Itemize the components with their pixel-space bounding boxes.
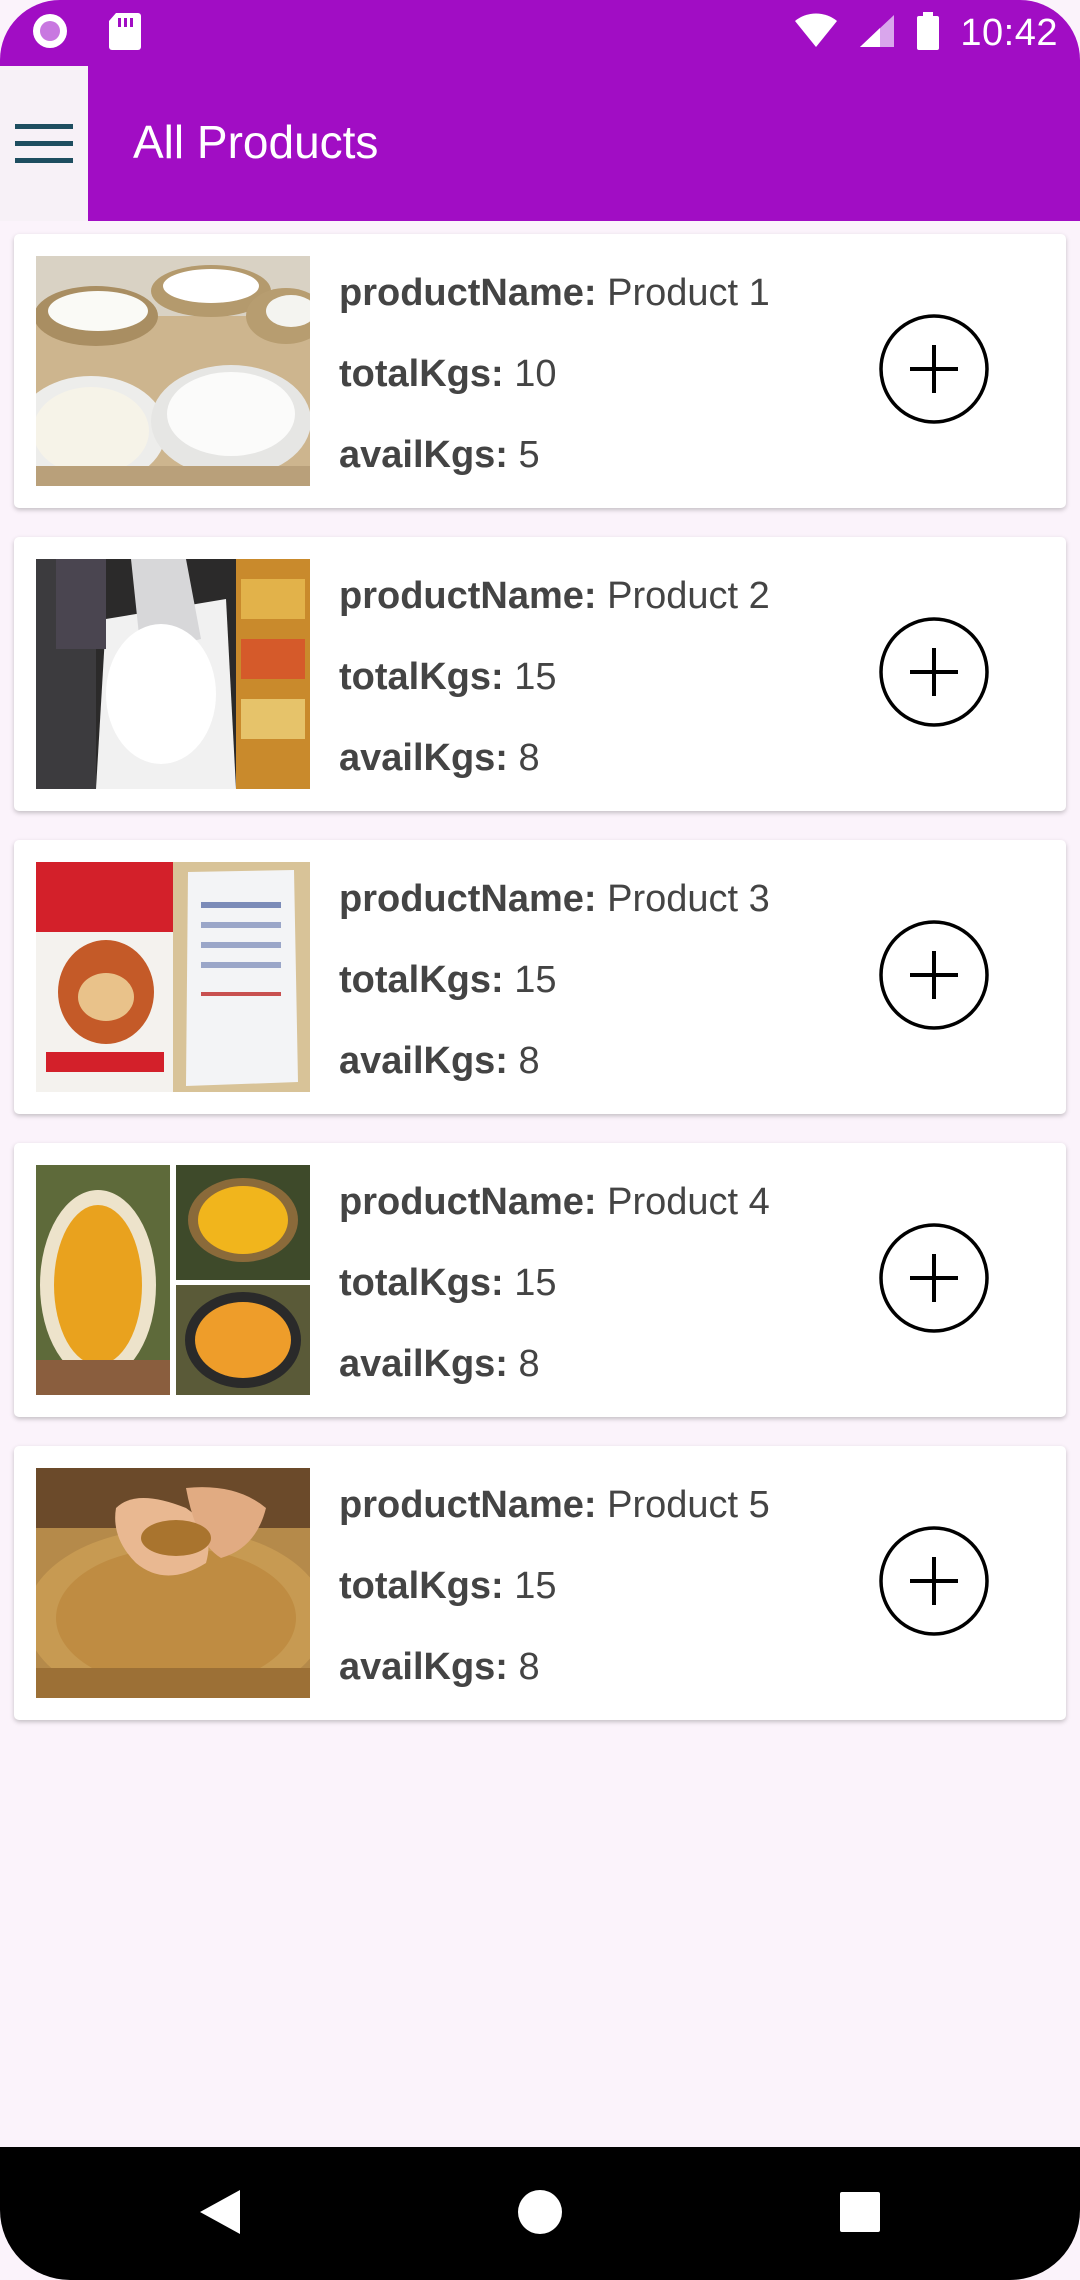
product-details: productName: Product 3 totalKgs: 15 avai… — [339, 876, 770, 1119]
packaged-product-image — [36, 862, 310, 1092]
product-name-label: productName: — [339, 575, 597, 617]
notification-circle-icon — [30, 11, 70, 56]
total-kgs-label: totalKgs: — [339, 353, 504, 395]
add-product-button[interactable] — [878, 919, 990, 1036]
wheat-grain-hands-image — [36, 1468, 310, 1698]
avail-kgs-row: availKgs: 8 — [339, 1644, 770, 1725]
wifi-icon — [794, 12, 838, 54]
menu-button[interactable] — [0, 66, 88, 221]
back-icon — [198, 2188, 242, 2241]
product-card[interactable]: productName: Product 1 totalKgs: 10 avai… — [14, 234, 1066, 508]
avail-kgs-label: availKgs: — [339, 1343, 508, 1385]
add-circle-icon — [878, 919, 990, 1036]
add-product-button[interactable] — [878, 1222, 990, 1339]
total-kgs-label: totalKgs: — [339, 1262, 504, 1304]
product-name-label: productName: — [339, 1484, 597, 1526]
avail-kgs-row: availKgs: 8 — [339, 735, 770, 816]
product-details: productName: Product 2 totalKgs: 15 avai… — [339, 573, 770, 816]
avail-kgs-value: 8 — [518, 1040, 540, 1082]
status-bar: 10:42 — [0, 0, 1080, 66]
add-product-button[interactable] — [878, 616, 990, 733]
status-time: 10:42 — [960, 11, 1058, 54]
page-title: All Products — [133, 116, 379, 168]
product-name-value: Product 2 — [607, 575, 770, 617]
avail-kgs-value: 8 — [518, 737, 540, 779]
product-name-row: productName: Product 3 — [339, 876, 770, 957]
add-circle-icon — [878, 1222, 990, 1339]
product-card[interactable]: productName: Product 2 totalKgs: 15 avai… — [14, 537, 1066, 811]
avail-kgs-label: availKgs: — [339, 434, 508, 476]
total-kgs-value: 15 — [514, 959, 557, 1001]
total-kgs-row: totalKgs: 15 — [339, 1260, 770, 1341]
product-name-row: productName: Product 1 — [339, 270, 770, 351]
recents-icon — [839, 2191, 881, 2238]
product-name-value: Product 4 — [607, 1181, 770, 1223]
avail-kgs-label: availKgs: — [339, 1040, 508, 1082]
cellular-signal-icon — [858, 13, 896, 54]
avail-kgs-value: 5 — [518, 434, 540, 476]
total-kgs-value: 15 — [514, 656, 557, 698]
product-name-label: productName: — [339, 272, 597, 314]
product-card[interactable]: productName: Product 4 totalKgs: 15 avai… — [14, 1143, 1066, 1417]
sd-card-icon — [108, 11, 142, 56]
add-circle-icon — [878, 616, 990, 733]
total-kgs-label: totalKgs: — [339, 1565, 504, 1607]
add-product-button[interactable] — [878, 313, 990, 430]
total-kgs-row: totalKgs: 15 — [339, 1563, 770, 1644]
add-circle-icon — [878, 313, 990, 430]
total-kgs-row: totalKgs: 15 — [339, 957, 770, 1038]
product-card[interactable]: productName: Product 5 totalKgs: 15 avai… — [14, 1446, 1066, 1720]
rice-bag-pouring-image — [36, 559, 310, 789]
status-left-icons — [30, 12, 142, 54]
avail-kgs-row: availKgs: 5 — [339, 432, 770, 513]
product-details: productName: Product 4 totalKgs: 15 avai… — [339, 1179, 770, 1422]
product-name-label: productName: — [339, 1181, 597, 1223]
product-name-label: productName: — [339, 878, 597, 920]
rice-sacks-image — [36, 256, 310, 486]
total-kgs-label: totalKgs: — [339, 959, 504, 1001]
avail-kgs-label: availKgs: — [339, 1646, 508, 1688]
product-details: productName: Product 1 totalKgs: 10 avai… — [339, 270, 770, 513]
avail-kgs-row: availKgs: 8 — [339, 1038, 770, 1119]
product-name-value: Product 3 — [607, 878, 770, 920]
recents-button[interactable] — [820, 2177, 900, 2251]
avail-kgs-value: 8 — [518, 1343, 540, 1385]
home-icon — [516, 2188, 564, 2241]
total-kgs-row: totalKgs: 10 — [339, 351, 770, 432]
total-kgs-value: 15 — [514, 1262, 557, 1304]
status-right-icons: 10:42 — [794, 8, 1058, 58]
home-button[interactable] — [500, 2177, 580, 2251]
product-name-row: productName: Product 5 — [339, 1482, 770, 1563]
total-kgs-value: 15 — [514, 1565, 557, 1607]
avail-kgs-row: availKgs: 8 — [339, 1341, 770, 1422]
avail-kgs-value: 8 — [518, 1646, 540, 1688]
product-list: productName: Product 1 totalKgs: 10 avai… — [14, 234, 1066, 1749]
add-product-button[interactable] — [878, 1525, 990, 1642]
product-card[interactable]: productName: Product 3 totalKgs: 15 avai… — [14, 840, 1066, 1114]
battery-icon — [916, 11, 940, 56]
total-kgs-label: totalKgs: — [339, 656, 504, 698]
hamburger-menu-icon — [15, 120, 73, 168]
app-bar: All Products — [0, 66, 1080, 221]
product-name-row: productName: Product 2 — [339, 573, 770, 654]
product-details: productName: Product 5 totalKgs: 15 avai… — [339, 1482, 770, 1725]
product-name-row: productName: Product 4 — [339, 1179, 770, 1260]
total-kgs-row: totalKgs: 15 — [339, 654, 770, 735]
total-kgs-value: 10 — [514, 353, 557, 395]
product-name-value: Product 5 — [607, 1484, 770, 1526]
navigation-bar — [0, 2147, 1080, 2280]
product-name-value: Product 1 — [607, 272, 770, 314]
yellow-lentils-image — [36, 1165, 310, 1395]
add-circle-icon — [878, 1525, 990, 1642]
avail-kgs-label: availKgs: — [339, 737, 508, 779]
back-button[interactable] — [180, 2177, 260, 2251]
